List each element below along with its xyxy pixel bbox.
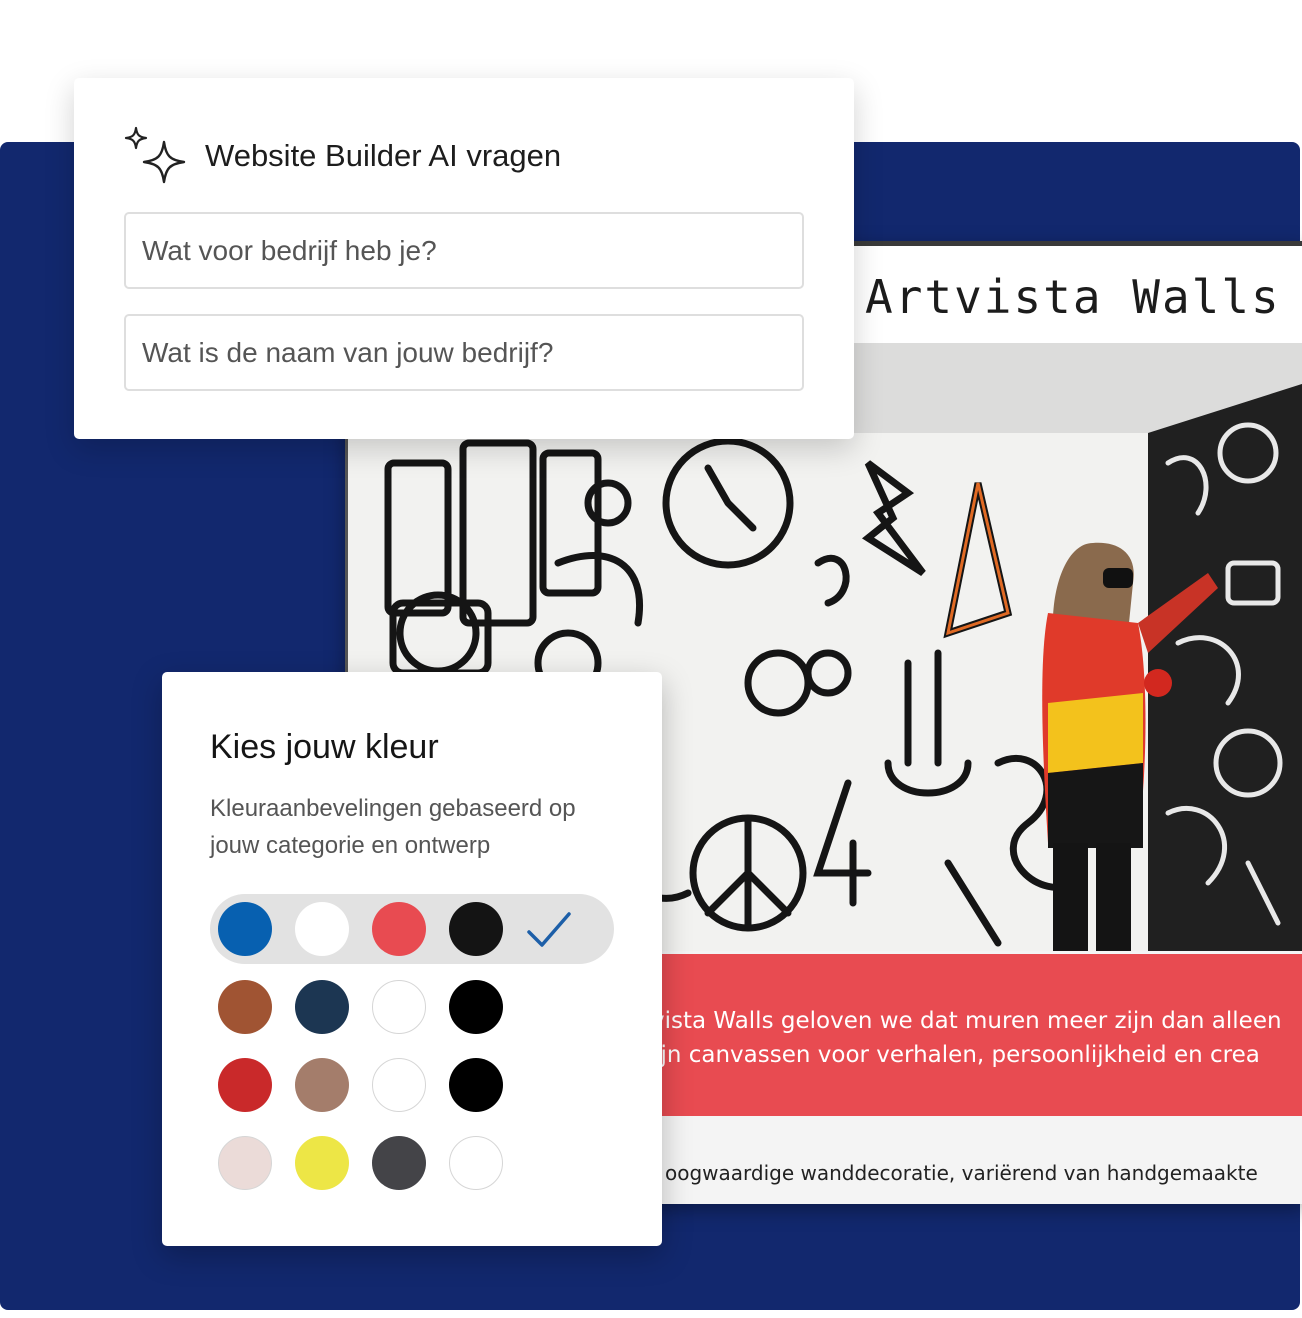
color-swatch[interactable] <box>372 1058 426 1112</box>
preview-site-title: Artvista Walls <box>865 270 1281 324</box>
color-swatch[interactable] <box>218 902 272 956</box>
preview-body-text: oogwaardige wanddecoratie, variërend van… <box>665 1161 1258 1185</box>
color-swatch[interactable] <box>449 980 503 1034</box>
color-swatch[interactable] <box>218 980 272 1034</box>
sparkle-icon <box>124 126 186 184</box>
color-swatch[interactable] <box>449 902 503 956</box>
color-swatch[interactable] <box>295 1136 349 1190</box>
color-swatch[interactable] <box>372 980 426 1034</box>
color-swatch[interactable] <box>295 980 349 1034</box>
business-type-input[interactable] <box>124 212 804 289</box>
color-swatch[interactable] <box>449 1136 503 1190</box>
color-picker-title: Kies jouw kleur <box>210 728 439 766</box>
color-swatch[interactable] <box>295 1058 349 1112</box>
color-swatch[interactable] <box>449 1058 503 1112</box>
banner-text: tvista Walls geloven we dat muren meer z… <box>642 1004 1302 1072</box>
color-swatch[interactable] <box>372 902 426 956</box>
color-swatch[interactable] <box>218 1058 272 1112</box>
color-swatch[interactable] <box>372 1136 426 1190</box>
business-name-input[interactable] <box>124 314 804 391</box>
color-swatch[interactable] <box>295 902 349 956</box>
color-swatch[interactable] <box>218 1136 272 1190</box>
ai-prompt-title: Website Builder AI vragen <box>205 138 562 173</box>
ai-prompt-card: Website Builder AI vragen <box>74 78 854 439</box>
checkmark-icon <box>527 912 571 947</box>
color-picker-card: Kies jouw kleur Kleuraanbevelingen gebas… <box>162 672 662 1246</box>
color-picker-subtitle: Kleuraanbevelingen gebaseerd op jouw cat… <box>210 795 576 859</box>
banner-line-1: tvista Walls geloven we dat muren meer z… <box>642 1008 1282 1034</box>
banner-line-2: zijn canvassen voor verhalen, persoonlij… <box>642 1042 1260 1068</box>
